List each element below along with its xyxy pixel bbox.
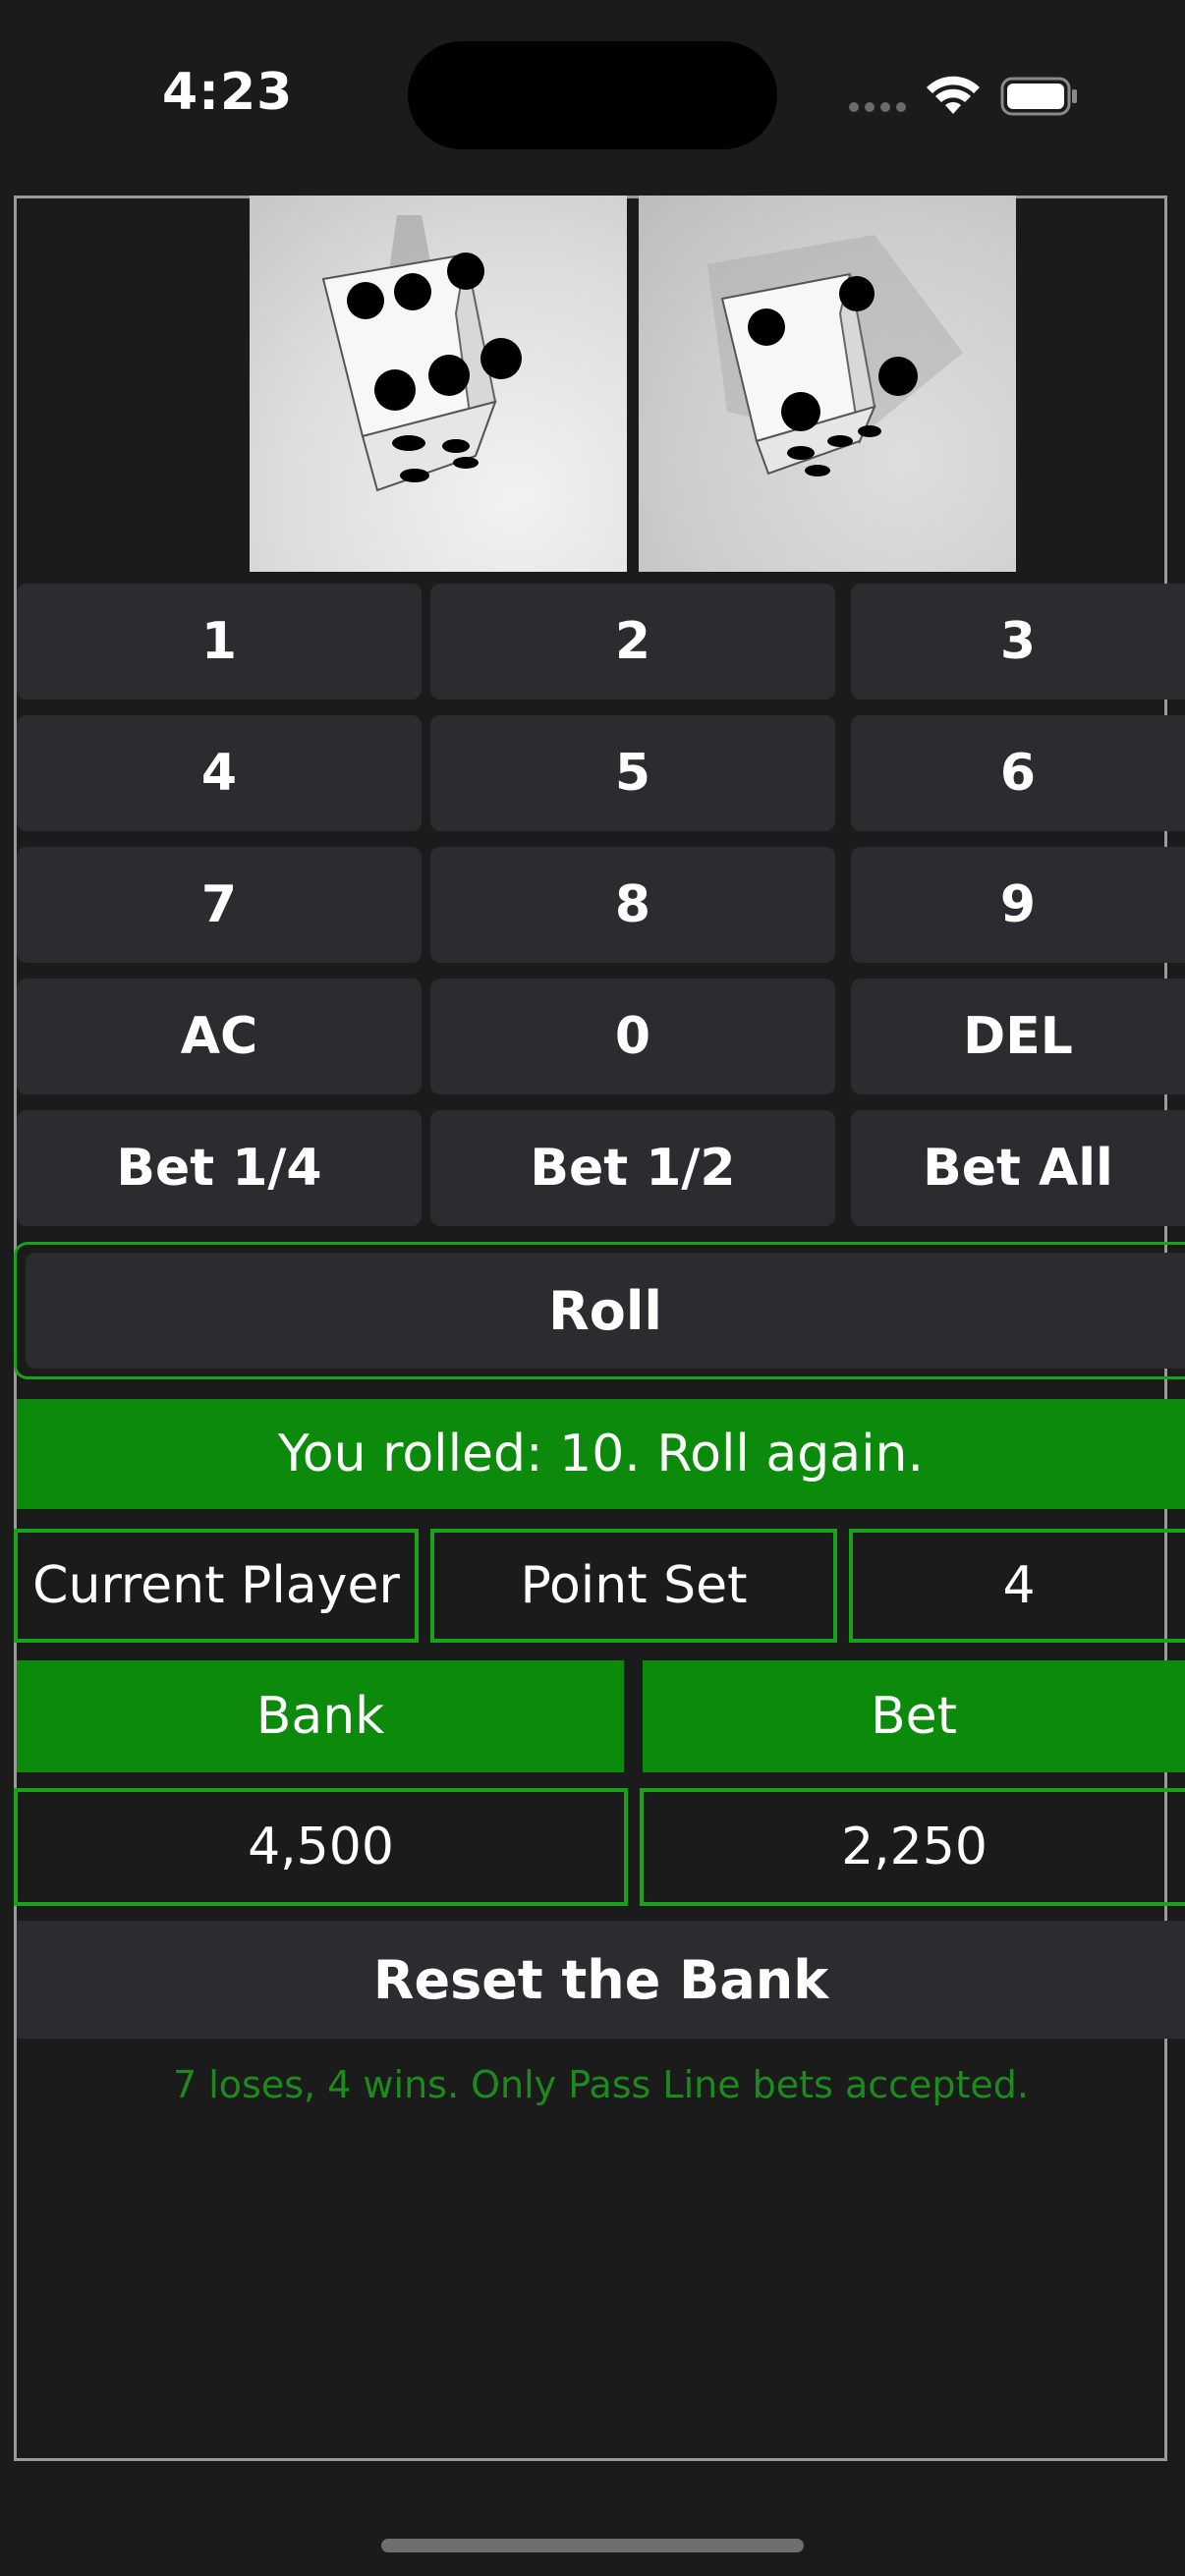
status-time: 4:23	[162, 63, 294, 122]
bet-label: Bet	[643, 1660, 1185, 1772]
point-set-label: Point Set	[430, 1529, 837, 1643]
home-indicator[interactable]	[381, 2539, 804, 2552]
die-six-face	[321, 215, 522, 492]
roll-result-message: You rolled: 10. Roll again.	[17, 1399, 1185, 1509]
bet-all-button[interactable]: Bet All	[851, 1110, 1185, 1226]
key-7[interactable]: 7	[17, 847, 422, 963]
dynamic-island	[408, 41, 777, 149]
key-5[interactable]: 5	[430, 715, 835, 831]
clear-button[interactable]: AC	[17, 979, 422, 1094]
key-4[interactable]: 4	[17, 715, 422, 831]
key-9[interactable]: 9	[851, 847, 1185, 963]
bank-value: 4,500	[14, 1788, 628, 1906]
delete-button[interactable]: DEL	[851, 979, 1185, 1094]
wifi-icon	[927, 76, 980, 114]
bet-quarter-button[interactable]: Bet 1/4	[17, 1110, 422, 1226]
reset-bank-button[interactable]: Reset the Bank	[17, 1921, 1185, 2039]
key-2[interactable]: 2	[430, 584, 835, 700]
die-right	[639, 196, 1016, 572]
rules-text: 7 loses, 4 wins. Only Pass Line bets acc…	[172, 2063, 1029, 2106]
cellular-signal-icon	[849, 102, 906, 112]
point-value: 4	[849, 1529, 1185, 1643]
key-6[interactable]: 6	[851, 715, 1185, 831]
bet-value: 2,250	[640, 1788, 1185, 1906]
die-left	[250, 196, 627, 572]
key-1[interactable]: 1	[17, 584, 422, 700]
key-3[interactable]: 3	[851, 584, 1185, 700]
key-0[interactable]: 0	[430, 979, 835, 1094]
battery-icon	[1000, 77, 1077, 116]
current-player-label: Current Player	[14, 1529, 419, 1643]
die-four-face	[707, 235, 963, 476]
roll-button[interactable]: Roll	[26, 1253, 1185, 1369]
bank-label: Bank	[17, 1660, 624, 1772]
bet-half-button[interactable]: Bet 1/2	[430, 1110, 835, 1226]
key-8[interactable]: 8	[430, 847, 835, 963]
